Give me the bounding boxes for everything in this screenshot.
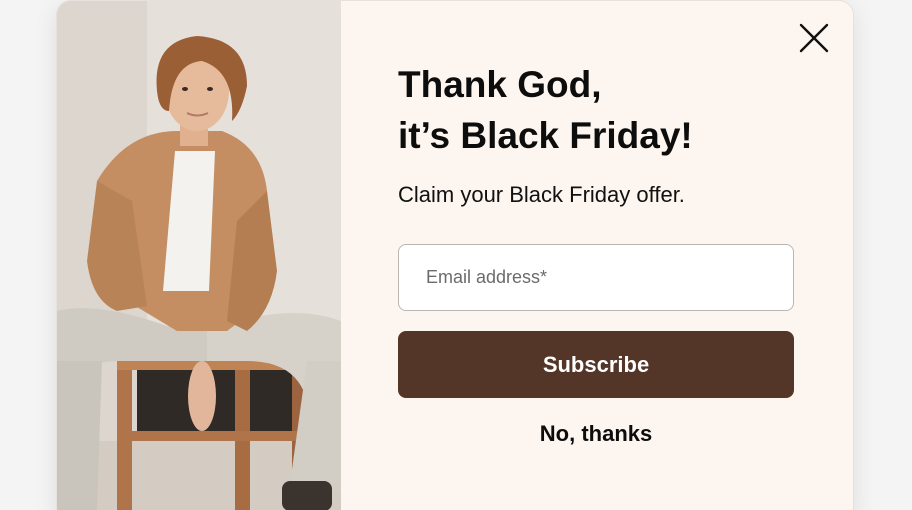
page-backdrop: Thank God, it’s Black Friday! Claim your… bbox=[0, 0, 912, 510]
subtitle: Claim your Black Friday offer. bbox=[398, 182, 685, 207]
email-field[interactable] bbox=[398, 244, 794, 311]
newsletter-popup: Thank God, it’s Black Friday! Claim your… bbox=[57, 1, 853, 510]
close-x-icon bbox=[799, 23, 829, 53]
headline: Thank God, it’s Black Friday! bbox=[398, 59, 818, 161]
model-photo bbox=[57, 1, 341, 510]
headline-line-1: Thank God, bbox=[398, 64, 602, 105]
popup-content: Thank God, it’s Black Friday! Claim your… bbox=[341, 1, 853, 510]
subscribe-button[interactable]: Subscribe bbox=[398, 331, 794, 398]
close-button[interactable] bbox=[797, 21, 831, 55]
headline-line-2: it’s Black Friday! bbox=[398, 115, 693, 156]
no-thanks-link[interactable]: No, thanks bbox=[398, 421, 794, 447]
